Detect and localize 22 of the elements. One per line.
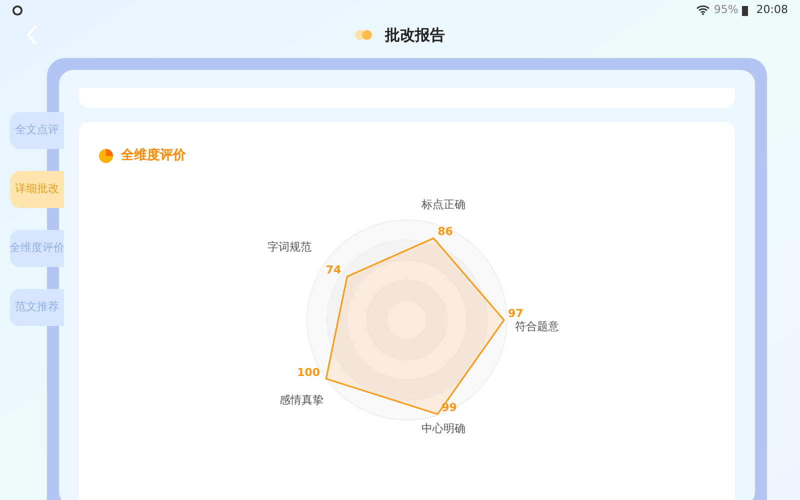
pie-icon [99,148,113,163]
battery-icon [742,4,748,16]
value-label: 86 [438,224,453,238]
side-tab[interactable]: 全文点评 [10,112,64,149]
axis-label: 中心明确 [421,422,466,435]
status-time: 20:08 [756,2,788,18]
axis-label: 感情真挚 [280,392,324,406]
dots-icon [355,30,373,40]
card-title: 全维度评价 [121,146,186,165]
value-label: 100 [297,365,320,378]
page-title: 批改报告 [385,24,445,46]
axis-label: 符合题意 [515,320,559,332]
side-tab[interactable]: 详细批改 [10,171,64,208]
axis-label: 字词规范 [268,240,312,254]
wifi-icon [696,5,710,15]
axis-label: 标点正确 [421,197,466,210]
value-label: 97 [508,306,524,320]
side-tab[interactable]: 范文推荐 [10,289,64,326]
value-label: 74 [326,263,342,276]
notification-icon [12,4,23,16]
battery-percent: 95% [714,2,738,18]
side-tab[interactable]: 全维度评价 [10,230,64,267]
